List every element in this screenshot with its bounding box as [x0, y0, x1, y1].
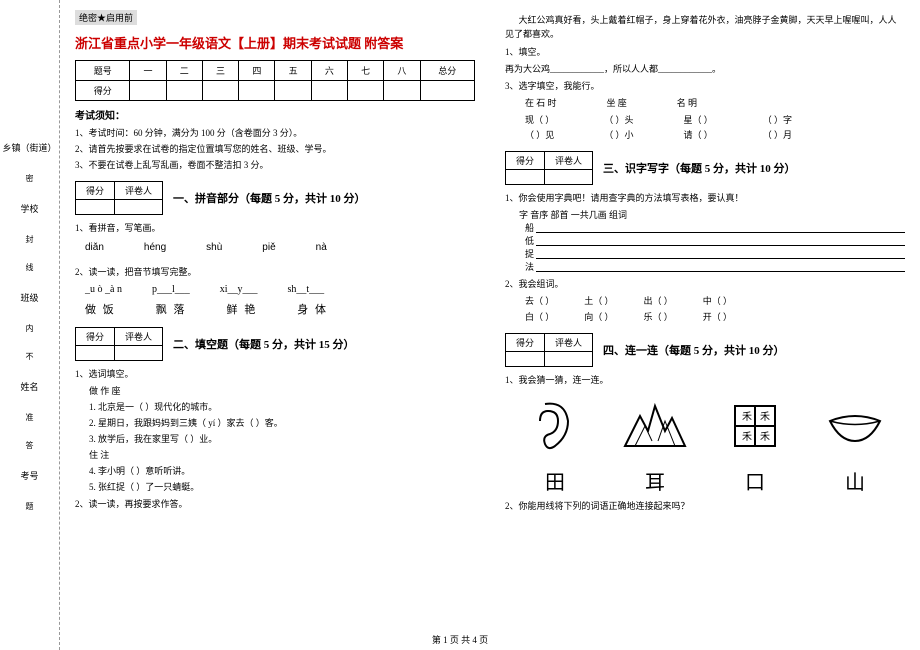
- bind-field-3: 姓名: [21, 380, 39, 393]
- svg-text:禾: 禾: [760, 431, 770, 443]
- dict-row-2: 捉: [525, 247, 905, 260]
- th-2: 二: [166, 61, 202, 81]
- word-row-2: 白（ ） 向（ ） 乐（ ） 开（ ）: [525, 310, 905, 323]
- bind-field-0: 乡镇（街道）: [3, 141, 57, 154]
- sec2-i5: 5. 张红捉（ ）了一只蜻蜓。: [89, 480, 475, 493]
- notice-2: 2、请首先按要求在试卷的指定位置填写您的姓名、班级、学号。: [75, 142, 475, 155]
- marker-0: 密: [24, 174, 35, 182]
- word-row-1: 去（ ） 土（ ） 出（ ） 中（ ）: [525, 294, 905, 307]
- marker-7: 题: [24, 502, 35, 510]
- sec3-title: 三、识字写字（每题 5 分，共计 10 分）: [603, 160, 796, 176]
- sec2-q1: 1、选词填空。: [75, 367, 475, 380]
- paren-row-2: （ ）见 （ ）小 请（ ） （ ）月: [525, 128, 905, 141]
- secret-label: 绝密★启用前: [75, 10, 137, 25]
- sec3-grader: 得分评卷人: [505, 151, 593, 185]
- r-q1-fill: 再为大公鸡____________，所以人人都____________。: [505, 62, 905, 75]
- sec2-i3: 3. 放学后，我在家里写（ ）业。: [89, 432, 475, 445]
- sec1-q2: 2、读一读，把音节填写完整。: [75, 265, 475, 278]
- marker-4: 不: [24, 352, 35, 360]
- binding-edge: 乡镇（街道） 密 学校 封 线 班级 内 不 姓名 准 答 考号 题: [0, 0, 60, 650]
- paren-row-1: 现（ ） （ ）头 星（ ） （ ）字: [525, 113, 905, 126]
- dict-row-3: 法: [525, 260, 905, 273]
- th-1: 一: [130, 61, 166, 81]
- dict-header: 字 音序 部首 一共几画 组词: [519, 208, 905, 221]
- marker-5: 准: [24, 413, 35, 421]
- svg-text:禾: 禾: [742, 431, 752, 443]
- mountain-icon: [620, 396, 690, 456]
- th-0: 题号: [76, 61, 130, 81]
- fill-row: _u ò _à n p___l___ xi__y___ sh__t___: [85, 284, 475, 295]
- sec2-grader: 得分评卷人: [75, 327, 163, 361]
- right-column: 大红公鸡真好看，头上戴着红帽子，身上穿着花外衣，油亮脖子金黄脚，天天早上喔喔叫，…: [505, 10, 905, 640]
- sec1-title: 一、拼音部分（每题 5 分，共计 10 分）: [173, 190, 366, 206]
- th-7: 七: [347, 61, 383, 81]
- big-char-row: 田 耳 口 山: [505, 466, 905, 495]
- sec4-q1: 1、我会猜一猜，连一连。: [505, 373, 905, 386]
- char-sel-1: 在 石 时 坐 座 名 明: [525, 96, 905, 109]
- dict-row-0: 船: [525, 221, 905, 234]
- r-q1: 1、填空。: [505, 45, 905, 58]
- sec1-q1: 1、看拼音，写笔画。: [75, 221, 475, 234]
- score-row-label: 得分: [76, 81, 130, 101]
- th-3: 三: [202, 61, 238, 81]
- reading-text: 大红公鸡真好看，头上戴着红帽子，身上穿着花外衣，油亮脖子金黄脚，天天早上喔喔叫，…: [505, 14, 905, 41]
- svg-text:禾: 禾: [760, 411, 770, 423]
- mouth-icon: [820, 396, 890, 456]
- th-6: 六: [311, 61, 347, 81]
- th-5: 五: [275, 61, 311, 81]
- notice-1: 1、考试时间：60 分钟，满分为 100 分（含卷面分 3 分）。: [75, 126, 475, 139]
- pinyin-row: diǎn hénɡ shù piě nà: [85, 242, 475, 253]
- notice-3: 3、不要在试卷上乱写乱画，卷面不整洁扣 3 分。: [75, 158, 475, 171]
- content-area: 绝密★启用前 浙江省重点小学一年级语文【上册】期末考试试题 附答案 题号 一 二…: [60, 0, 920, 650]
- th-4: 四: [239, 61, 275, 81]
- sec3-q1: 1、你会使用字典吧！请用查字典的方法填写表格，要认真！: [505, 191, 905, 204]
- th-8: 八: [384, 61, 420, 81]
- score-table: 题号 一 二 三 四 五 六 七 八 总分 得分: [75, 60, 475, 101]
- marker-2: 线: [24, 263, 35, 271]
- marker-1: 封: [24, 235, 35, 243]
- sec4-title: 四、连一连（每题 5 分，共计 10 分）: [603, 342, 785, 358]
- ear-icon: [520, 396, 590, 456]
- marker-3: 内: [24, 324, 35, 332]
- sec3-q2: 2、我会组词。: [505, 277, 905, 290]
- char-row: 做 饭 飘 落 鲜 艳 身 体: [85, 301, 475, 317]
- svg-text:禾: 禾: [742, 411, 752, 423]
- sec2-q2: 2、读一读，再按要求作答。: [75, 497, 475, 510]
- marker-6: 答: [24, 441, 35, 449]
- field-icon: 禾禾禾禾: [720, 396, 790, 456]
- r-q3: 3、选字填空，我能行。: [505, 79, 905, 92]
- sec2-i4: 4. 李小明（ ）意听听讲。: [89, 464, 475, 477]
- sec2-i2: 2. 星期日，我跟妈妈到三姨（ yí ）家去（ ）客。: [89, 416, 475, 429]
- th-9: 总分: [420, 61, 474, 81]
- sec2-title: 二、填空题（每题 5 分，共计 15 分）: [173, 336, 355, 352]
- sec2-i1: 1. 北京是一（ ）现代化的城市。: [89, 400, 475, 413]
- sec1-grader: 得分评卷人: [75, 181, 163, 215]
- sec2-words: 做 作 座: [89, 384, 475, 397]
- sec4-q2: 2、你能用线将下列的词语正确地连接起来吗？: [505, 499, 905, 512]
- picture-row: 禾禾禾禾: [505, 396, 905, 456]
- bind-field-1: 学校: [21, 202, 39, 215]
- notice-header: 考试须知：: [75, 107, 475, 122]
- bind-field-4: 考号: [21, 469, 39, 482]
- left-column: 绝密★启用前 浙江省重点小学一年级语文【上册】期末考试试题 附答案 题号 一 二…: [75, 10, 475, 640]
- sec4-grader: 得分评卷人: [505, 333, 593, 367]
- exam-title: 浙江省重点小学一年级语文【上册】期末考试试题 附答案: [75, 33, 475, 52]
- page-footer: 第 1 页 共 4 页: [0, 633, 920, 646]
- bind-field-2: 班级: [21, 291, 39, 304]
- sec2-words2: 住 注: [89, 448, 475, 461]
- dict-row-1: 低: [525, 234, 905, 247]
